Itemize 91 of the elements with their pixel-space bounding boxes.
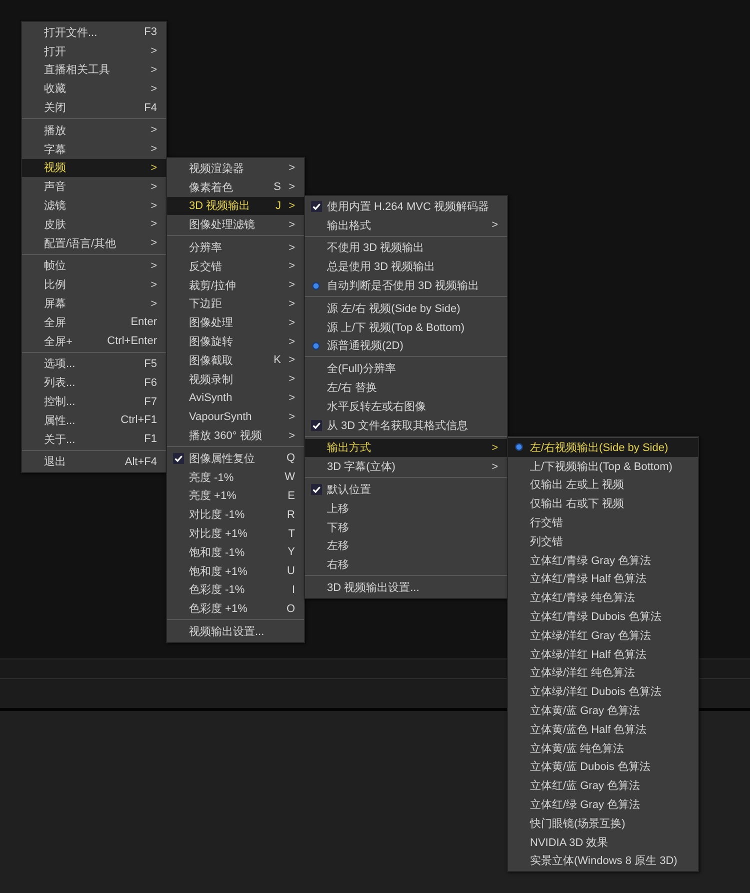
menu-item[interactable]: 视频输出设置...: [167, 622, 304, 641]
menu-item[interactable]: 下移: [305, 518, 507, 537]
menu-item[interactable]: 3D 视频输出 J >: [167, 196, 304, 216]
menu-item[interactable]: 像素着色 S >: [167, 178, 304, 197]
menu-item[interactable]: 反交错 >: [167, 256, 304, 276]
menu-item[interactable]: 关于... F1: [22, 430, 166, 449]
menu-item[interactable]: 立体红/绿 Gray 色算法: [508, 795, 698, 814]
menu-item[interactable]: 行交错: [508, 513, 698, 532]
menu-item[interactable]: 上/下视频输出(Top & Bottom): [508, 456, 698, 476]
menu-item[interactable]: 色彩度 -1% I: [167, 580, 304, 600]
menu-item[interactable]: 下边距 >: [167, 294, 304, 314]
menu-item[interactable]: 源 左/右 视频(Side by Side): [305, 298, 507, 318]
menu-item[interactable]: 仅输出 左或上 视频: [508, 476, 698, 494]
menu-item[interactable]: 总是使用 3D 视频输出: [305, 257, 507, 276]
menu-item[interactable]: 全屏+ Ctrl+Enter: [22, 332, 166, 351]
menu-item[interactable]: 立体黄/蓝 Dubois 色算法: [508, 758, 698, 776]
menu-item[interactable]: 源普通视频(2D): [305, 336, 507, 356]
menu-item[interactable]: 打开文件... F3: [22, 23, 166, 42]
menu-item[interactable]: 左/右视频输出(Side by Side): [508, 438, 698, 457]
menu-item[interactable]: 立体绿/洋红 Dubois 色算法: [508, 682, 698, 702]
menu-item[interactable]: 快门眼镜(场景互换): [508, 814, 698, 833]
menu-item[interactable]: 左移: [305, 536, 507, 556]
menu-item[interactable]: 立体绿/洋红 Half 色算法: [508, 644, 698, 664]
menu-item[interactable]: 源 上/下 视频(Top & Bottom): [305, 318, 507, 337]
menu-item[interactable]: 播放 >: [22, 120, 166, 140]
menu-item[interactable]: 关闭 F4: [22, 98, 166, 117]
menu-item[interactable]: 亮度 +1% E: [167, 486, 304, 506]
menu-item[interactable]: 全(Full)分辨率: [305, 359, 507, 378]
menu-item[interactable]: 仅输出 右或下 视频: [508, 494, 698, 514]
menu-item[interactable]: 3D 视频输出设置...: [305, 578, 507, 597]
menu-item[interactable]: 对比度 +1% T: [167, 524, 304, 543]
menu-item[interactable]: 视频渲染器 >: [167, 159, 304, 178]
menu-item[interactable]: 立体红/青绿 纯色算法: [508, 588, 698, 608]
menu-item[interactable]: 图像处理滤镜 >: [167, 215, 304, 234]
menu-item[interactable]: 打开 >: [22, 42, 166, 61]
menu-item[interactable]: 立体红/青绿 Gray 色算法: [508, 550, 698, 570]
menu-item[interactable]: 左/右 替换: [305, 378, 507, 397]
menu-item[interactable]: 立体黄/蓝 纯色算法: [508, 738, 698, 758]
menu-item[interactable]: 直播相关工具 >: [22, 60, 166, 80]
menu-item[interactable]: AviSynth >: [167, 388, 304, 408]
menu-item[interactable]: 分辨率 >: [167, 238, 304, 257]
menu-item[interactable]: 属性... Ctrl+F1: [22, 410, 166, 430]
menu-item[interactable]: 退出 Alt+F4: [22, 452, 166, 472]
menu-item[interactable]: 列表... F6: [22, 373, 166, 392]
menu-item[interactable]: 屏幕 >: [22, 294, 166, 313]
menu-item[interactable]: VapourSynth >: [167, 407, 304, 426]
menu-item[interactable]: 亮度 -1% W: [167, 468, 304, 487]
menu-item[interactable]: 色彩度 +1% O: [167, 599, 304, 618]
menu-item[interactable]: 图像属性复位 Q: [167, 448, 304, 468]
menu-item[interactable]: 不使用 3D 视频输出: [305, 238, 507, 258]
menu-item[interactable]: 收藏 >: [22, 79, 166, 98]
menu-item[interactable]: 对比度 -1% R: [167, 505, 304, 524]
menu-item[interactable]: 立体绿/洋红 Gray 色算法: [508, 626, 698, 645]
menu-item[interactable]: 饱和度 -1% Y: [167, 542, 304, 562]
menu-item[interactable]: 输出格式 >: [305, 216, 507, 235]
menu-item[interactable]: 使用内置 H.264 MVC 视频解码器: [305, 197, 507, 216]
menu-item[interactable]: 视频 >: [22, 158, 166, 178]
menu-item[interactable]: 立体红/蓝 Gray 色算法: [508, 776, 698, 796]
menu-item[interactable]: 立体绿/洋红 纯色算法: [508, 664, 698, 682]
menu-item[interactable]: 配置/语言/其他 >: [22, 234, 166, 253]
menu-item[interactable]: 裁剪/拉伸 >: [167, 276, 304, 295]
menu-item[interactable]: 图像处理 >: [167, 313, 304, 332]
menu-item[interactable]: 3D 字幕(立体) >: [305, 457, 507, 476]
menu-item[interactable]: 饱和度 +1% U: [167, 562, 304, 581]
menu-item[interactable]: 右移: [305, 555, 507, 574]
menu-item[interactable]: 全屏 Enter: [22, 312, 166, 332]
menu-item[interactable]: 字幕 >: [22, 140, 166, 159]
menu-item[interactable]: 帧位 >: [22, 256, 166, 276]
menu-item[interactable]: NVIDIA 3D 效果: [508, 832, 698, 852]
menu-item[interactable]: 立体红/青绿 Half 色算法: [508, 570, 698, 588]
menu-item[interactable]: 输出方式 >: [305, 438, 507, 458]
menu-item[interactable]: 默认位置: [305, 480, 507, 499]
menu-item[interactable]: 滤镜 >: [22, 196, 166, 215]
menu-item[interactable]: 上移: [305, 498, 507, 518]
menu-item[interactable]: 从 3D 文件名获取其格式信息: [305, 416, 507, 435]
menu-item[interactable]: 视频录制 >: [167, 370, 304, 389]
menu-item[interactable]: 比例 >: [22, 275, 166, 294]
menu-item[interactable]: 实景立体(Windows 8 原生 3D): [508, 852, 698, 870]
menu-item[interactable]: 声音 >: [22, 177, 166, 196]
menu-item[interactable]: 立体红/青绿 Dubois 色算法: [508, 607, 698, 626]
menu-item[interactable]: 图像旋转 >: [167, 332, 304, 351]
menu-item[interactable]: 立体黄/蓝 Gray 色算法: [508, 701, 698, 720]
menu-item[interactable]: 自动判断是否使用 3D 视频输出: [305, 276, 507, 295]
menu-item[interactable]: 水平反转左或右图像: [305, 396, 507, 416]
menu-item[interactable]: 列交错: [508, 532, 698, 551]
menu-item[interactable]: 立体黄/蓝色 Half 色算法: [508, 720, 698, 739]
menu-item[interactable]: 选项... F5: [22, 354, 166, 374]
menu-item[interactable]: 皮肤 >: [22, 214, 166, 234]
menu-item[interactable]: 播放 360° 视频 >: [167, 426, 304, 445]
menu-item[interactable]: 控制... F7: [22, 392, 166, 411]
menu-item[interactable]: 图像截取 K >: [167, 350, 304, 370]
